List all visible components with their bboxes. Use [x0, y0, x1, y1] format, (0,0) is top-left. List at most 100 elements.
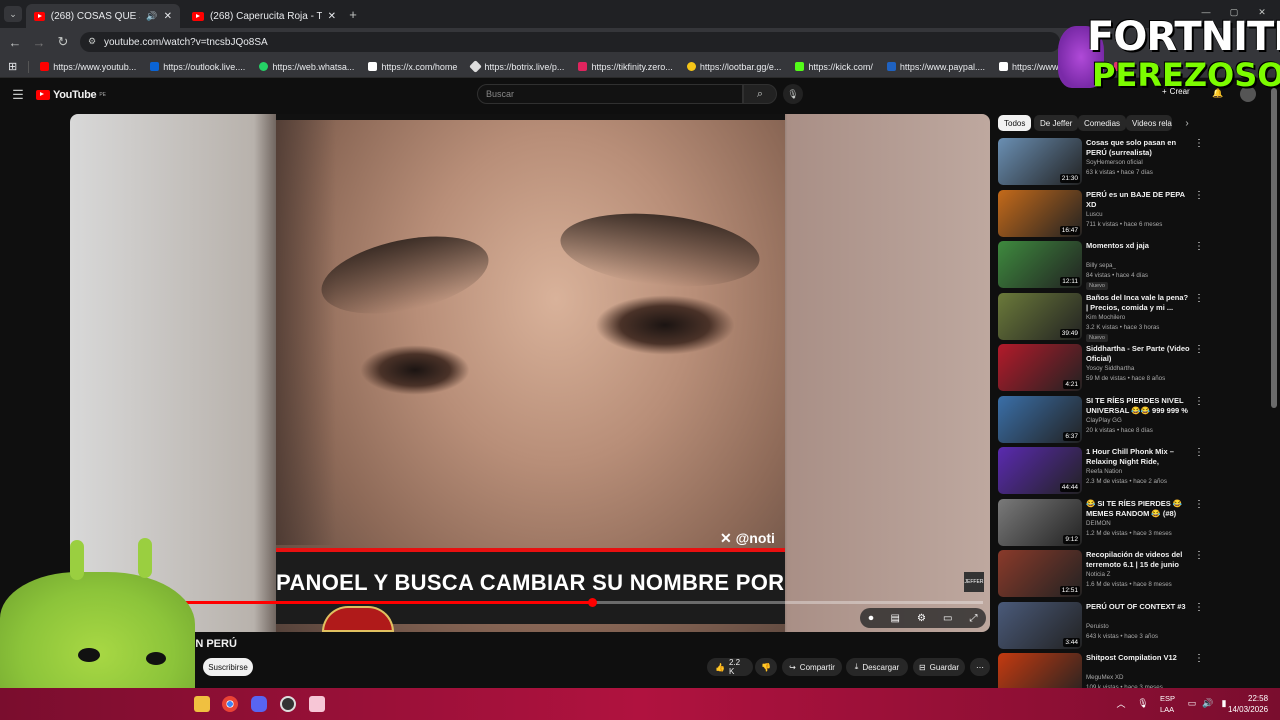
reco-more-icon[interactable]: ⋮: [1194, 190, 1204, 201]
system-clock[interactable]: 22:58 14/03/2026: [1228, 693, 1268, 715]
reco-thumbnail[interactable]: 9:12: [998, 498, 1082, 546]
site-info-icon[interactable]: ⚙: [88, 36, 96, 47]
like-button[interactable]: 👍 2.2 K: [707, 658, 753, 676]
reco-channel[interactable]: SoyHemerson oficial: [1086, 159, 1143, 166]
autoplay-toggle-icon[interactable]: ⏺: [869, 613, 874, 624]
theater-mode-icon[interactable]: ▭: [943, 613, 952, 624]
reco-thumbnail[interactable]: 3:44: [998, 601, 1082, 649]
reco-channel[interactable]: ClayPlay GG: [1086, 417, 1122, 424]
chip-comedias[interactable]: Comedias: [1078, 115, 1127, 131]
reco-title[interactable]: Cosas que solo pasan en PERÚ (surrealist…: [1086, 138, 1190, 158]
fullscreen-icon[interactable]: ⤢: [969, 613, 977, 624]
chip-todos[interactable]: Todos: [998, 115, 1032, 131]
search-button[interactable]: ⌕: [743, 84, 777, 104]
reco-thumbnail[interactable]: 16:47: [998, 189, 1082, 237]
reco-channel[interactable]: Billy sepa_: [1086, 262, 1116, 269]
chip-videos-relacionados[interactable]: Videos relac: [1126, 115, 1172, 131]
tab-close-icon[interactable]: ✕: [164, 11, 172, 22]
settings-gear-icon[interactable]: ⚙: [917, 613, 926, 624]
bookmark-item[interactable]: https://kick.com/: [788, 62, 880, 72]
page-scrollbar[interactable]: [1271, 88, 1277, 408]
apps-grid-icon[interactable]: ⊞: [0, 60, 24, 73]
search-input[interactable]: Buscar: [477, 84, 743, 104]
reco-item[interactable]: 12:11 Momentos xd jaja Billy sepa_ 84 vista…: [998, 241, 1204, 291]
network-icon[interactable]: ▭: [1186, 697, 1198, 709]
reco-title[interactable]: Siddhartha - Ser Parte (Video Oficial): [1086, 344, 1190, 364]
reco-channel[interactable]: Noticia Z: [1086, 571, 1110, 578]
reco-more-icon[interactable]: ⋮: [1194, 396, 1204, 407]
reco-more-icon[interactable]: ⋮: [1194, 344, 1204, 355]
reco-item[interactable]: 44:44 1 Hour Chill Phonk Mix – Relaxing N…: [998, 447, 1204, 497]
reco-title[interactable]: 1 Hour Chill Phonk Mix – Relaxing Night …: [1086, 447, 1190, 468]
reco-item[interactable]: 4:21 Siddhartha - Ser Parte (Video Oficia…: [998, 344, 1204, 394]
forward-icon[interactable]: →: [32, 34, 46, 50]
tab-close-icon[interactable]: ✕: [328, 11, 336, 22]
tab-active[interactable]: (268) COSAS QUE SOLO PA 🔊 ✕: [26, 4, 180, 28]
tab-second[interactable]: (268) Caperucita Roja - Terror A ✕: [184, 4, 344, 28]
voice-search-button[interactable]: 🎙: [783, 84, 803, 104]
reco-thumbnail[interactable]: 12:11: [998, 241, 1082, 288]
youtube-logo[interactable]: YouTube PE: [36, 89, 106, 101]
reco-channel[interactable]: Peruisto: [1086, 623, 1109, 630]
file-explorer-icon[interactable]: [194, 696, 210, 712]
reco-more-icon[interactable]: ⋮: [1194, 653, 1204, 664]
reco-title[interactable]: SI TE RÍES PIERDES NIVEL UNIVERSAL 😂😂 99…: [1086, 396, 1190, 417]
tray-chevron-up-icon[interactable]: ︿: [1116, 697, 1126, 709]
reco-channel[interactable]: Yosoy Siddhartha: [1086, 365, 1134, 372]
reload-icon[interactable]: ↻: [56, 34, 70, 50]
reco-title[interactable]: PERÚ es un BAJE DE PEPA XD: [1086, 190, 1190, 210]
reco-item[interactable]: 21:30 Cosas que solo pasan en PERÚ (surre…: [998, 138, 1204, 188]
bookmark-item[interactable]: https://x.com/home: [361, 62, 464, 72]
discord-icon[interactable]: [251, 696, 267, 712]
reco-title[interactable]: Baños del Inca vale la pena? | Precios, …: [1086, 293, 1190, 313]
maximize-icon[interactable]: ▢: [1228, 6, 1240, 18]
reco-more-icon[interactable]: ⋮: [1194, 241, 1204, 252]
menu-icon[interactable]: ☰: [10, 87, 26, 103]
share-button[interactable]: ↪ Compartir: [782, 658, 842, 676]
chrome-icon[interactable]: [222, 696, 238, 712]
reco-item[interactable]: 6:37 SI TE RÍES PIERDES NIVEL UNIVERSAL 😂…: [998, 395, 1204, 446]
reco-title[interactable]: Momentos xd jaja: [1086, 241, 1190, 251]
channel-watermark[interactable]: JEFFER: [964, 572, 984, 592]
language-indicator[interactable]: ESP LAA: [1160, 693, 1175, 715]
reco-more-icon[interactable]: ⋮: [1194, 602, 1204, 613]
save-button[interactable]: ⊟ Guardar: [913, 658, 965, 676]
reco-more-icon[interactable]: ⋮: [1194, 499, 1204, 510]
progress-scrubber[interactable]: [587, 598, 597, 607]
reco-title[interactable]: PERÚ OUT OF CONTEXT #3: [1086, 602, 1190, 612]
new-tab-icon[interactable]: +: [346, 6, 360, 22]
reco-thumbnail[interactable]: 4:21: [998, 344, 1082, 391]
reco-more-icon[interactable]: ⋮: [1194, 293, 1204, 304]
reco-item[interactable]: 9:12 😂 SI TE RÍES PIERDES 😂 MEMES RANDOM …: [998, 498, 1204, 549]
reco-item[interactable]: 3:44 PERÚ OUT OF CONTEXT #3 Peruisto 643 k …: [998, 601, 1204, 652]
reco-thumbnail[interactable]: 6:37: [998, 395, 1082, 443]
reco-more-icon[interactable]: ⋮: [1194, 138, 1204, 149]
bookmark-item[interactable]: https://tikfinity.zero...: [571, 62, 679, 72]
obs-icon[interactable]: [280, 696, 296, 712]
reco-item[interactable]: 12:51 Recopilación de videos del terremot…: [998, 550, 1204, 600]
reco-item[interactable]: 16:47 PERÚ es un BAJE DE PEPA XD Luscu 711 …: [998, 189, 1204, 240]
subscribe-button[interactable]: Suscribirse: [203, 658, 253, 676]
minimize-icon[interactable]: —: [1200, 6, 1212, 18]
dislike-button[interactable]: 👎: [755, 658, 777, 676]
more-actions-button[interactable]: ⋯: [970, 658, 990, 676]
mic-tray-icon[interactable]: 🎙: [1137, 697, 1148, 709]
bookmark-item[interactable]: https://web.whatsa...: [252, 62, 361, 72]
speaker-icon[interactable]: 🔊: [146, 11, 157, 22]
bookmark-item[interactable]: https://www.paypal....: [880, 62, 992, 72]
reco-thumbnail[interactable]: 21:30: [998, 138, 1082, 185]
subtitles-icon[interactable]: ▤: [891, 613, 900, 624]
reco-more-icon[interactable]: ⋮: [1194, 550, 1204, 561]
address-bar[interactable]: ⚙ youtube.com/watch?v=tncsbJQo8SA: [80, 32, 1060, 52]
chip-de-jeffer[interactable]: De Jeffer: [1034, 115, 1079, 131]
app-icon[interactable]: [309, 696, 325, 712]
reco-thumbnail[interactable]: 44:44: [998, 447, 1082, 494]
reco-channel[interactable]: Kim Mochilero: [1086, 314, 1125, 321]
bookmark-item[interactable]: https://botrix.live/p...: [464, 60, 571, 73]
reco-channel[interactable]: Luscu: [1086, 211, 1103, 218]
bookmark-item[interactable]: https://www.youtub...: [33, 62, 143, 72]
download-button[interactable]: ⤓ Descargar: [846, 658, 908, 676]
reco-title[interactable]: Recopilación de videos del terremoto 6.1…: [1086, 550, 1190, 570]
chevron-right-icon[interactable]: ›: [1180, 116, 1194, 130]
bookmark-item[interactable]: https://lootbar.gg/e...: [680, 62, 789, 72]
